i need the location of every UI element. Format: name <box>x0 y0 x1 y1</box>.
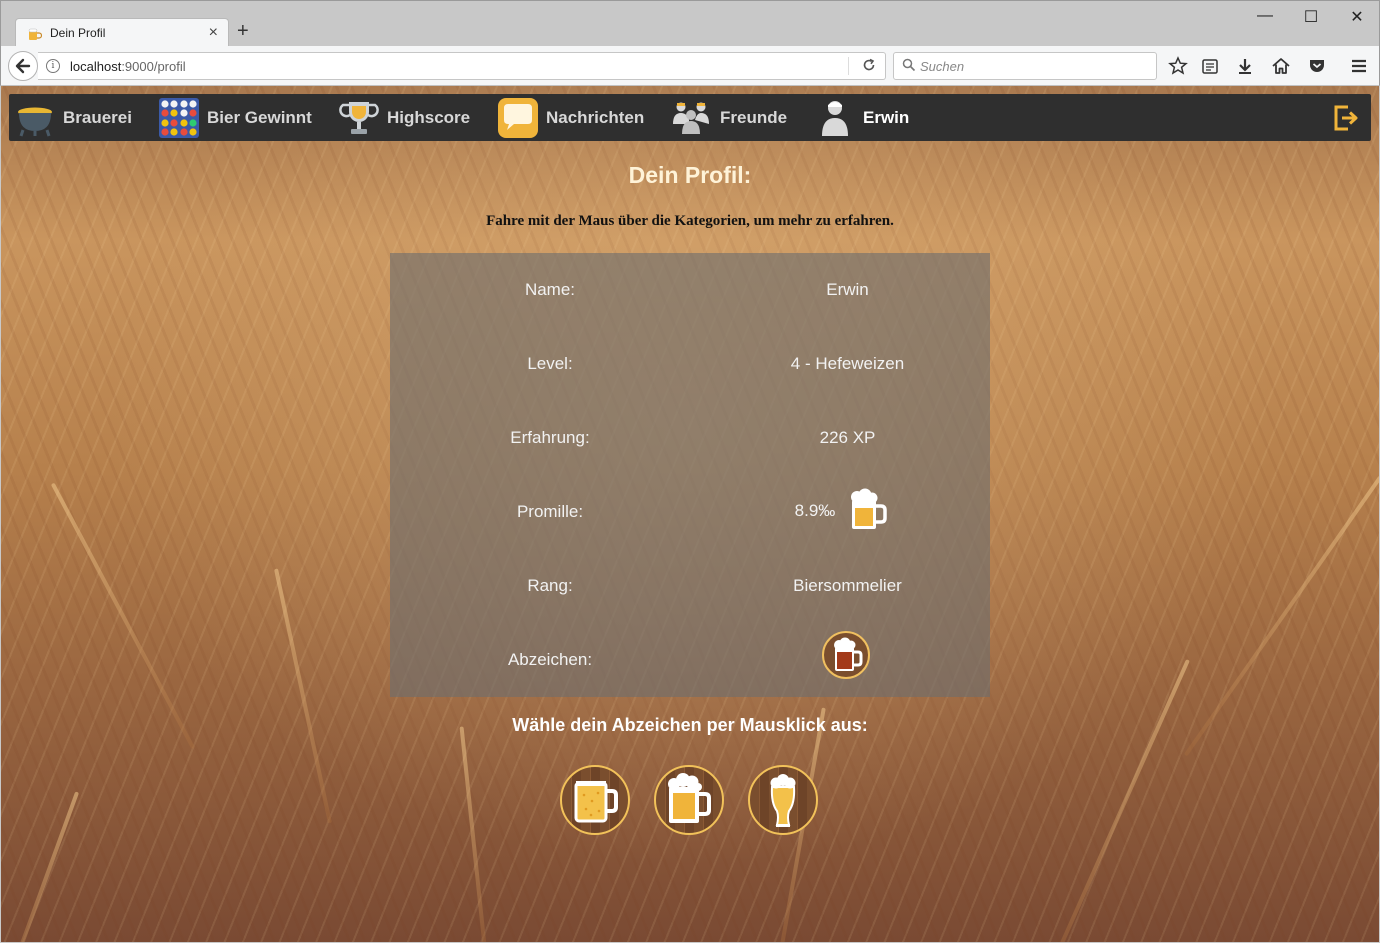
beer-mug-icon <box>851 488 887 529</box>
page-hint: Fahre mit der Maus über die Kategorien, … <box>486 213 894 229</box>
xp-value: 226 XP <box>819 428 876 447</box>
wheat-stalk <box>6 791 80 942</box>
nav-label-highscore: Highscore <box>387 107 471 127</box>
nav-label-profile: Erwin <box>863 107 910 127</box>
friends-icon <box>673 102 709 134</box>
new-tab-button[interactable]: + <box>237 20 249 42</box>
page-viewport: Brauerei Bier Gewinnt Highscore Nachrich… <box>1 86 1379 942</box>
nav-label-nachrichten: Nachrichten <box>546 107 645 127</box>
browser-tab[interactable]: Dein Profil × <box>15 18 229 48</box>
url-host: localhost <box>70 59 122 74</box>
beer-mug-badge-icon <box>574 781 618 823</box>
profile-row-name[interactable]: Name: Erwin <box>390 253 990 327</box>
tab-close-icon[interactable]: × <box>209 24 218 42</box>
promille-label: Promille: <box>516 502 584 521</box>
search-icon <box>902 58 916 72</box>
nav-item-profile[interactable]: Erwin <box>815 94 909 141</box>
name-value: Erwin <box>826 280 869 299</box>
rank-label: Rang: <box>527 576 573 595</box>
pocket-icon[interactable] <box>1307 56 1327 76</box>
current-badge-icon <box>822 631 870 679</box>
url-path: :9000/profil <box>121 59 186 74</box>
foamy-beer-mug-badge-icon <box>668 773 711 823</box>
profile-row-xp[interactable]: Erfahrung: 226 XP <box>390 401 990 475</box>
site-info-icon[interactable]: i <box>46 59 60 73</box>
search-box[interactable]: Suchen <box>893 52 1157 80</box>
menu-icon[interactable] <box>1349 56 1369 76</box>
nav-item-brauerei[interactable]: Brauerei <box>15 94 132 141</box>
profile-row-level[interactable]: Level: 4 - Hefeweizen <box>390 327 990 401</box>
user-icon <box>822 100 848 136</box>
url-text[interactable]: localhost:9000/profil <box>70 59 186 74</box>
badge-option-beer-mug[interactable] <box>560 765 630 835</box>
wheat-stalk <box>1056 659 1190 942</box>
url-divider <box>848 57 849 75</box>
speech-bubble-icon <box>498 97 538 138</box>
connect-four-icon <box>159 97 199 138</box>
bookmark-star-icon[interactable] <box>1168 56 1188 76</box>
name-label: Name: <box>524 280 576 299</box>
home-icon[interactable] <box>1271 56 1291 76</box>
close-window-button[interactable]: ✕ <box>1347 7 1367 27</box>
level-label: Level: <box>527 354 573 373</box>
reload-icon[interactable] <box>861 57 877 73</box>
badge-option-wheat-beer-glass[interactable] <box>748 765 818 835</box>
rank-value: Biersommelier <box>793 576 902 595</box>
minimize-button[interactable]: — <box>1255 7 1275 25</box>
nav-item-bier-gewinnt[interactable]: Bier Gewinnt <box>159 94 312 141</box>
page-title: Dein Profil: <box>628 162 752 188</box>
download-icon[interactable] <box>1235 56 1255 76</box>
profile-row-badge[interactable]: Abzeichen: <box>390 623 990 697</box>
wheat-stalk <box>50 482 196 750</box>
browser-navbar: i localhost:9000/profil Suchen <box>0 46 1380 86</box>
trophy-icon <box>339 101 379 134</box>
wheat-stalk <box>459 726 487 942</box>
profile-row-promille[interactable]: Promille: 8.9‰ <box>390 475 990 549</box>
nav-item-highscore[interactable]: Highscore <box>339 94 470 141</box>
logout-icon[interactable] <box>1333 104 1359 132</box>
profile-card: Name: Erwin Level: 4 - Hefeweizen Erfahr… <box>390 253 990 697</box>
badge-label: Abzeichen: <box>507 650 593 669</box>
tab-title: Dein Profil <box>50 26 106 40</box>
nav-label-bier-gewinnt: Bier Gewinnt <box>207 107 312 127</box>
cauldron-icon <box>18 107 52 136</box>
nav-item-freunde[interactable]: Freunde <box>672 94 787 141</box>
browser-titlebar: Dein Profil × + — ☐ ✕ <box>0 0 1380 48</box>
badge-option-foamy-beer-mug[interactable] <box>654 765 724 835</box>
wheat-beer-glass-badge-icon <box>770 774 796 827</box>
xp-label: Erfahrung: <box>510 428 590 447</box>
maximize-button[interactable]: ☐ <box>1301 7 1321 27</box>
level-value: 4 - Hefeweizen <box>790 354 905 373</box>
dark-beer-mug-icon <box>834 637 863 671</box>
app-navbar: Brauerei Bier Gewinnt Highscore Nachrich… <box>9 94 1371 141</box>
nav-label-freunde: Freunde <box>720 107 788 127</box>
back-button[interactable] <box>8 51 38 81</box>
beer-favicon-icon <box>28 28 42 40</box>
url-bar[interactable]: i localhost:9000/profil <box>38 52 886 80</box>
nav-item-nachrichten[interactable]: Nachrichten <box>498 94 644 141</box>
choose-badge-title: Wähle dein Abzeichen per Mausklick aus: <box>512 715 868 735</box>
wheat-stalk <box>274 568 332 824</box>
nav-label-brauerei: Brauerei <box>63 107 132 127</box>
back-arrow-icon <box>15 58 31 74</box>
search-placeholder: Suchen <box>920 59 965 74</box>
profile-row-rank[interactable]: Rang: Biersommelier <box>390 549 990 623</box>
reading-list-icon[interactable] <box>1200 56 1220 76</box>
